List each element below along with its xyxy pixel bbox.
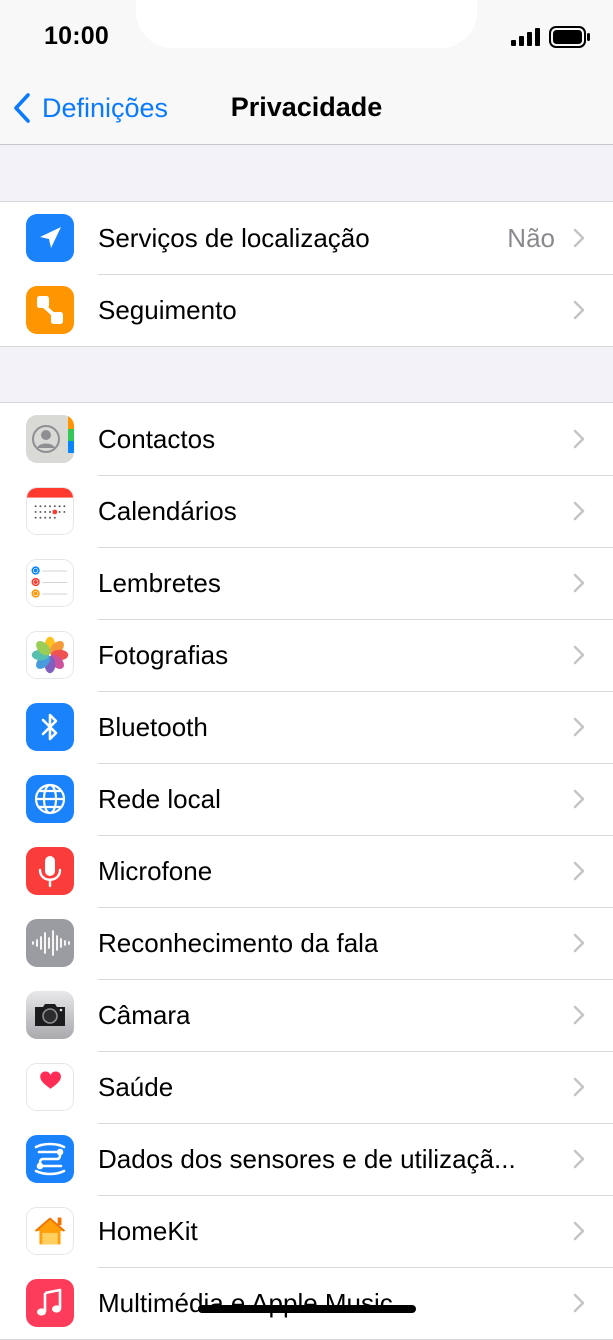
chevron-right-icon <box>573 429 585 449</box>
chevron-right-icon <box>573 861 585 881</box>
row-photos[interactable]: Fotografias <box>0 619 613 691</box>
row-label: Seguimento <box>98 295 237 325</box>
row-label: Dados dos sensores e de utilizaçã... <box>98 1144 516 1174</box>
camera-icon <box>26 991 74 1039</box>
photos-icon <box>26 631 74 679</box>
row-label: Rede local <box>98 784 221 814</box>
tracking-group: Serviços de localização Não Seguimento <box>0 201 613 347</box>
row-label: Câmara <box>98 1000 191 1030</box>
chevron-right-icon <box>573 717 585 737</box>
sensor-data-icon <box>26 1135 74 1183</box>
calendar-icon <box>26 487 74 535</box>
row-camera[interactable]: Câmara <box>0 979 613 1051</box>
row-speech-recognition[interactable]: Reconhecimento da fala <box>0 907 613 979</box>
chevron-right-icon <box>573 645 585 665</box>
row-label: Lembretes <box>98 568 221 598</box>
row-location-services[interactable]: Serviços de localização Não <box>0 202 613 274</box>
chevron-right-icon <box>573 1221 585 1241</box>
waveform-icon <box>26 919 74 967</box>
chevron-right-icon <box>573 1149 585 1169</box>
chevron-right-icon <box>573 573 585 593</box>
location-arrow-icon <box>26 214 74 262</box>
chevron-right-icon <box>573 501 585 521</box>
row-homekit[interactable]: HomeKit <box>0 1195 613 1267</box>
row-label: Bluetooth <box>98 712 208 742</box>
notch <box>136 0 477 48</box>
tracking-icon <box>26 286 74 334</box>
bluetooth-icon <box>26 703 74 751</box>
contacts-icon <box>26 415 74 463</box>
status-time: 10:00 <box>44 22 109 50</box>
row-microphone[interactable]: Microfone <box>0 835 613 907</box>
microphone-icon <box>26 847 74 895</box>
row-label: Saúde <box>98 1072 174 1102</box>
chevron-right-icon <box>573 300 585 320</box>
location-status-value: Não <box>507 223 555 253</box>
row-label: Microfone <box>98 856 213 886</box>
home-indicator[interactable] <box>198 1305 416 1313</box>
row-reminders[interactable]: Lembretes <box>0 547 613 619</box>
health-heart-icon <box>26 1063 74 1111</box>
globe-icon <box>26 775 74 823</box>
row-label: Reconhecimento da fala <box>98 928 379 958</box>
row-label: Calendários <box>98 496 237 526</box>
music-note-icon <box>26 1279 74 1327</box>
permissions-group: Contactos Calendários Lembretes Fotograf… <box>0 402 613 1340</box>
status-bar: 10:00 <box>0 0 613 72</box>
battery-icon <box>549 26 590 48</box>
row-contacts[interactable]: Contactos <box>0 403 613 475</box>
row-calendars[interactable]: Calendários <box>0 475 613 547</box>
row-label: Multimédia e Apple Music <box>98 1288 393 1318</box>
row-media-apple-music[interactable]: Multimédia e Apple Music <box>0 1267 613 1339</box>
home-icon <box>26 1207 74 1255</box>
row-bluetooth[interactable]: Bluetooth <box>0 691 613 763</box>
row-tracking[interactable]: Seguimento <box>0 274 613 346</box>
row-health[interactable]: Saúde <box>0 1051 613 1123</box>
chevron-right-icon <box>573 1005 585 1025</box>
row-label: Contactos <box>98 424 216 454</box>
row-label: Serviços de localização <box>98 223 370 253</box>
chevron-right-icon <box>573 1077 585 1097</box>
cellular-signal-icon <box>511 28 540 46</box>
chevron-right-icon <box>573 789 585 809</box>
navigation-bar: Definições Privacidade <box>0 72 613 145</box>
reminders-icon <box>26 559 74 607</box>
chevron-right-icon <box>573 933 585 953</box>
row-sensor-usage-data[interactable]: Dados dos sensores e de utilizaçã... <box>0 1123 613 1195</box>
chevron-right-icon <box>573 228 585 248</box>
row-label: Fotografias <box>98 640 229 670</box>
chevron-right-icon <box>573 1293 585 1313</box>
row-local-network[interactable]: Rede local <box>0 763 613 835</box>
page-title: Privacidade <box>230 92 383 122</box>
row-label: HomeKit <box>98 1216 198 1246</box>
